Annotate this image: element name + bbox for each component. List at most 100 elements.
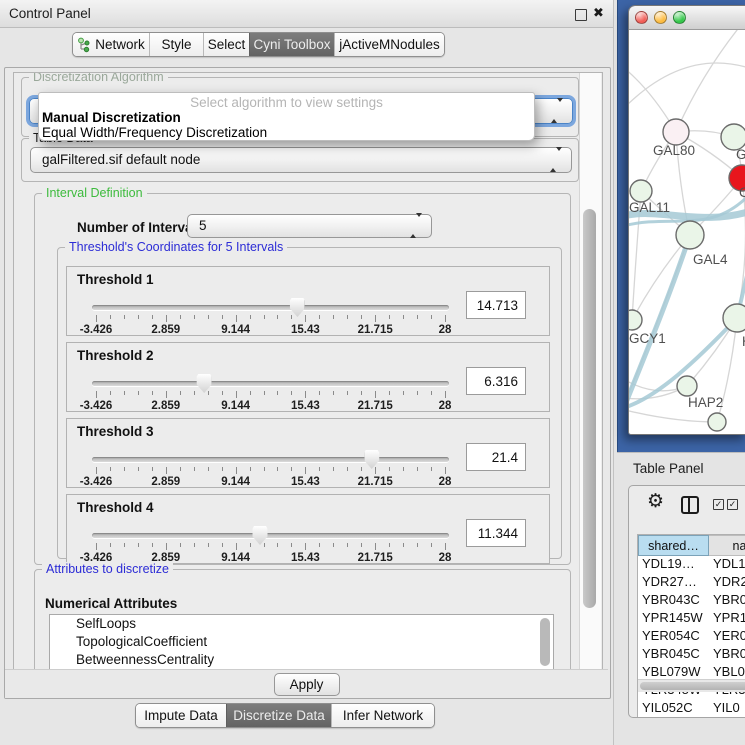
network-node-gal11[interactable]	[630, 180, 652, 202]
number-of-intervals-combo[interactable]: 5	[187, 214, 432, 238]
float-panel-icon[interactable]	[575, 9, 587, 21]
slider-tick	[277, 315, 278, 319]
checkbox-icon[interactable]: ✓	[727, 499, 738, 510]
table-cell: YIL0	[713, 700, 745, 715]
slider-tick	[180, 467, 181, 471]
threshold-value-field[interactable]: 21.4	[466, 443, 526, 471]
close-panel-icon[interactable]: ✖	[593, 5, 604, 21]
slider-thumb[interactable]	[364, 450, 379, 469]
combo-value: 5	[199, 215, 207, 237]
node-label: GA	[736, 147, 745, 162]
network-window: GAL80GACGAL11GAL4GCY1HHAP2	[628, 5, 745, 435]
attribute-item[interactable]: BetweennessCentrality	[50, 651, 553, 669]
tab-style[interactable]: Style	[149, 33, 203, 56]
slider-tick	[222, 391, 223, 395]
network-node-unlabeled[interactable]	[708, 413, 726, 431]
attribute-item[interactable]: TopologicalCoefficient	[50, 633, 553, 651]
slider-tick	[96, 315, 97, 322]
table-data-combo[interactable]: galFiltered.sif default node	[30, 147, 572, 173]
network-node-gal4[interactable]	[676, 221, 704, 249]
slider-tick-label: 15.43	[291, 324, 320, 336]
table-row[interactable]: YIL052CYIL0	[638, 700, 745, 718]
table-panel-title: Table Panel	[633, 461, 704, 476]
slider-tick	[264, 543, 265, 547]
table-row[interactable]: YBR043CYBR0	[638, 592, 745, 610]
table-hscrollbar-thumb[interactable]	[640, 682, 745, 690]
slider-tick	[138, 543, 139, 547]
tab-infer-network[interactable]: Infer Network	[331, 704, 434, 727]
tab-network[interactable]: Network	[73, 33, 149, 56]
slider-thumb[interactable]	[253, 526, 268, 545]
number-of-intervals-label: Number of Intervals	[77, 220, 204, 235]
slider-tick	[152, 467, 153, 471]
tab-label: jActiveMNodules	[339, 37, 440, 52]
traffic-light-close[interactable]	[635, 11, 648, 24]
slider-tick	[417, 391, 418, 395]
threshold-value-field[interactable]: 14.713	[466, 291, 526, 319]
table-row[interactable]: YPR145WYPR1	[638, 610, 745, 628]
network-node-gcy1[interactable]	[629, 310, 642, 330]
attributes-group: Attributes to discretize Numerical Attri…	[34, 569, 571, 671]
slider-tick	[110, 391, 111, 395]
list-scrollbar[interactable]	[540, 618, 550, 666]
panel-scrollbar-track[interactable]	[579, 73, 601, 670]
tab-select[interactable]: Select	[203, 33, 249, 56]
table-row[interactable]: YER054CYER0	[638, 628, 745, 646]
slider-tick	[124, 315, 125, 319]
node-label: HAP2	[688, 395, 723, 410]
slider-tick-label: 21.715	[358, 476, 393, 488]
split-columns-icon[interactable]	[681, 496, 699, 514]
thresholds-coordinates-group: Threshold's Coordinates for 5 Intervals …	[57, 247, 562, 559]
slider-tick	[166, 467, 167, 474]
slider-tick	[250, 315, 251, 319]
slider-tick-label: -3.426	[80, 400, 113, 412]
slider-tick	[291, 315, 292, 319]
checkbox-icon[interactable]: ✓	[713, 499, 724, 510]
table-row[interactable]: YDR27…YDR2	[638, 574, 745, 592]
network-canvas[interactable]: GAL80GACGAL11GAL4GCY1HHAP2	[629, 30, 745, 434]
slider-tick	[166, 315, 167, 322]
combo-steppers-icon	[551, 102, 563, 120]
traffic-light-minimize[interactable]	[654, 11, 667, 24]
table-cell: YDR27…	[642, 574, 707, 589]
network-node-hap2[interactable]	[677, 376, 697, 396]
slider-thumb[interactable]	[197, 374, 212, 393]
slider-tick	[389, 543, 390, 547]
top-tab-bar: NetworkStyle SelectCyni Toolbox jActiveMNo…	[72, 32, 445, 57]
numerical-attributes-list: SelfLoopsTopologicalCoefficientBetweenne…	[49, 614, 554, 671]
threshold-value-field[interactable]: 11.344	[466, 519, 526, 547]
slider-tick	[110, 543, 111, 547]
tab-cyni-toolbox[interactable]: Cyni Toolbox	[249, 33, 334, 56]
slider-tick	[319, 391, 320, 395]
column-header-na[interactable]: na	[709, 535, 745, 556]
slider-tick	[277, 467, 278, 471]
attribute-item[interactable]: SelfLoops	[50, 615, 553, 633]
network-node-gal80[interactable]	[663, 119, 689, 145]
node-label: GCY1	[629, 331, 666, 346]
column-header-shared[interactable]: shared…	[638, 535, 709, 556]
table-row[interactable]: YDL19…YDL1	[638, 556, 745, 574]
slider-tick	[180, 391, 181, 395]
network-node-h[interactable]	[723, 304, 745, 332]
tab-label: Discretize Data	[233, 708, 325, 723]
traffic-light-zoom[interactable]	[673, 11, 686, 24]
dropdown-item-equal-width-frequency[interactable]: Equal Width/Frequency Discretization	[42, 125, 267, 140]
slider-tick	[291, 543, 292, 547]
tab-impute-data[interactable]: Impute Data	[136, 704, 226, 727]
gear-icon[interactable]: ⚙	[647, 491, 664, 513]
slider-tick	[333, 467, 334, 471]
table-hscrollbar-track[interactable]	[638, 679, 745, 692]
apply-button[interactable]: Apply	[274, 673, 340, 696]
slider-tick	[347, 315, 348, 319]
tab-discretize-data[interactable]: Discretize Data	[226, 704, 331, 727]
panel-scrollbar-thumb[interactable]	[583, 209, 596, 608]
dropdown-item-manual-discretization[interactable]: Manual Discretization	[42, 110, 181, 125]
slider-tick-label: 28	[439, 552, 452, 564]
tab-jactivemnodules[interactable]: jActiveMNodules	[334, 33, 444, 56]
cyni-toolbox-panel: Discretization Algorithm Select algorith…	[4, 67, 611, 699]
table-row[interactable]: YBR045CYBR0	[638, 646, 745, 664]
window-title: Control Panel	[9, 6, 91, 21]
threshold-title: Threshold 1	[77, 272, 154, 287]
threshold-value-field[interactable]: 6.316	[466, 367, 526, 395]
tab-label: Select	[208, 37, 246, 52]
